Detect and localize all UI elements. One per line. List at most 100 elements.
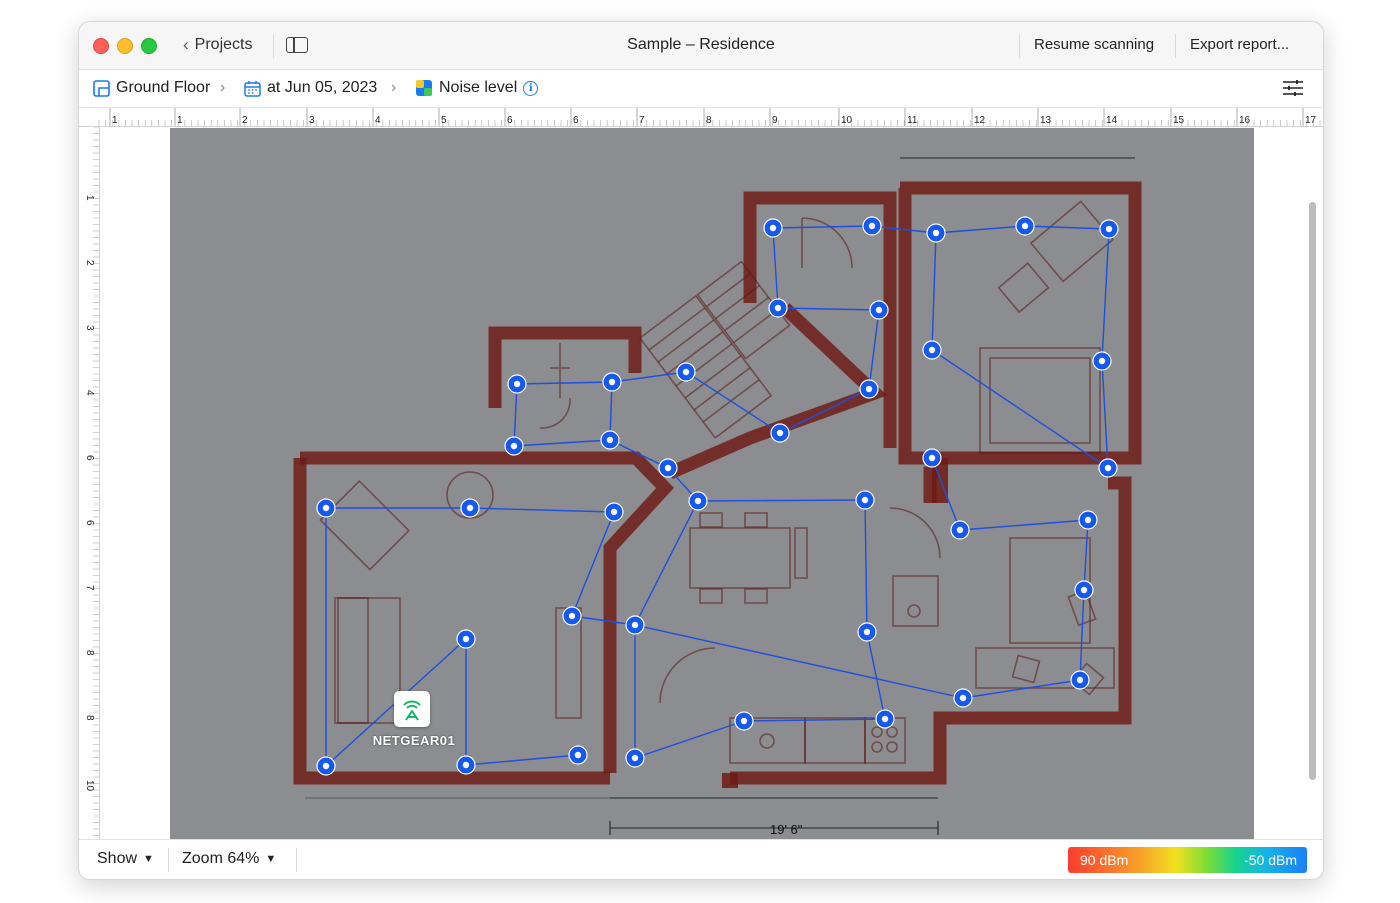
scan-point-center: [868, 222, 876, 230]
sidebar-icon[interactable]: [286, 37, 308, 53]
ruler-label: 2: [84, 260, 95, 266]
info-icon[interactable]: i: [523, 80, 539, 96]
scan-point-center: [606, 436, 614, 444]
ruler-label: 8: [84, 715, 95, 721]
scan-point[interactable]: [922, 448, 942, 468]
scan-point[interactable]: [1078, 510, 1098, 530]
path-segment: [513, 439, 611, 447]
path-segment: [935, 225, 1026, 234]
scan-point-center: [608, 378, 616, 386]
ruler-label: 15: [1173, 115, 1185, 126]
scan-point[interactable]: [504, 436, 524, 456]
ruler-label: 3: [309, 115, 315, 126]
export-report-button[interactable]: Export report...: [1190, 36, 1289, 53]
bottom-divider: [296, 848, 297, 872]
scan-point[interactable]: [875, 709, 895, 729]
scan-point[interactable]: [922, 340, 942, 360]
scan-point[interactable]: [1092, 351, 1112, 371]
path-segment: [697, 499, 866, 502]
show-menu-button[interactable]: Show ▼: [97, 850, 154, 868]
scan-point[interactable]: [602, 372, 622, 392]
scan-point[interactable]: [1074, 580, 1094, 600]
path-segment: [931, 232, 937, 351]
signal-legend: 90 dBm -50 dBm: [1068, 847, 1307, 873]
zoom-menu-button[interactable]: Zoom 64% ▼: [182, 850, 276, 868]
scan-point[interactable]: [625, 748, 645, 768]
vertical-scrollbar[interactable]: [1309, 202, 1316, 780]
ruler-label: 4: [84, 390, 95, 396]
minimize-window-button[interactable]: [117, 38, 133, 54]
ruler-vertical-ticks: 1234667881011: [84, 126, 99, 853]
scan-point[interactable]: [676, 362, 696, 382]
scan-point[interactable]: [869, 300, 889, 320]
scan-point[interactable]: [926, 223, 946, 243]
scan-point[interactable]: [625, 615, 645, 635]
close-window-button[interactable]: [93, 38, 109, 54]
legend-min-label: 90 dBm: [1080, 852, 1129, 868]
floorplan-canvas[interactable]: 19' 6" NETGEAR01: [170, 128, 1254, 839]
breadcrumb-floor[interactable]: Ground Floor: [93, 79, 210, 97]
scan-point[interactable]: [1099, 219, 1119, 239]
scan-point[interactable]: [456, 755, 476, 775]
scan-point[interactable]: [604, 502, 624, 522]
ruler-label: 6: [507, 115, 513, 126]
path-segment: [634, 624, 964, 699]
scan-point-center: [631, 754, 639, 762]
scan-point[interactable]: [763, 218, 783, 238]
scan-point-center: [769, 224, 777, 232]
ruler-label: 2: [242, 115, 248, 126]
scan-point[interactable]: [862, 216, 882, 236]
scan-point[interactable]: [1098, 458, 1118, 478]
scan-point[interactable]: [688, 491, 708, 511]
ruler-label: 6: [84, 520, 95, 526]
scan-point[interactable]: [658, 458, 678, 478]
zoom-window-button[interactable]: [141, 38, 157, 54]
calendar-icon: [244, 80, 261, 97]
scan-point[interactable]: [734, 711, 754, 731]
scan-point[interactable]: [859, 379, 879, 399]
scan-point[interactable]: [855, 490, 875, 510]
scan-point-center: [875, 306, 883, 314]
scan-point[interactable]: [857, 622, 877, 642]
path-segment: [469, 507, 615, 513]
scan-point[interactable]: [953, 688, 973, 708]
ruler-label: 6: [573, 115, 579, 126]
survey-path: [325, 225, 1110, 767]
resume-scanning-button[interactable]: Resume scanning: [1034, 36, 1154, 53]
scan-point[interactable]: [950, 520, 970, 540]
breadcrumb-date[interactable]: at Jun 05, 2023: [244, 79, 377, 97]
access-point-marker[interactable]: [394, 691, 430, 727]
sliders-icon[interactable]: [1283, 80, 1303, 96]
scan-point[interactable]: [316, 498, 336, 518]
wall-partitions: [722, 458, 948, 788]
scan-point[interactable]: [456, 629, 476, 649]
scan-point[interactable]: [600, 430, 620, 450]
path-segment: [516, 381, 613, 385]
scan-point-center: [959, 694, 967, 702]
scan-point[interactable]: [507, 374, 527, 394]
scan-point-center: [1021, 222, 1029, 230]
scan-point[interactable]: [770, 423, 790, 443]
scan-point[interactable]: [768, 298, 788, 318]
path-segment: [868, 309, 880, 390]
scan-point-center: [1080, 586, 1088, 594]
floor-plan-icon: [93, 79, 110, 97]
scan-point[interactable]: [562, 606, 582, 626]
breadcrumb-metric[interactable]: Noise level i: [415, 79, 539, 97]
furniture: [319, 200, 1115, 764]
back-to-projects-button[interactable]: ‹ Projects: [183, 35, 252, 55]
chevron-right-icon: ›: [220, 79, 226, 96]
noise-level-icon: [416, 80, 432, 96]
breadcrumb: Ground Floor › at Jun 05, 2023 › Noise l…: [79, 70, 1323, 108]
scan-point[interactable]: [316, 756, 336, 776]
scan-point[interactable]: [568, 745, 588, 765]
scan-point[interactable]: [1015, 216, 1035, 236]
path-segment: [962, 679, 1081, 699]
scan-point[interactable]: [460, 498, 480, 518]
scan-point-center: [574, 751, 582, 759]
scan-point-center: [1084, 516, 1092, 524]
path-segment: [743, 718, 886, 722]
scan-point[interactable]: [1070, 670, 1090, 690]
chevron-left-icon: ‹: [183, 35, 189, 54]
scan-point-center: [1104, 464, 1112, 472]
